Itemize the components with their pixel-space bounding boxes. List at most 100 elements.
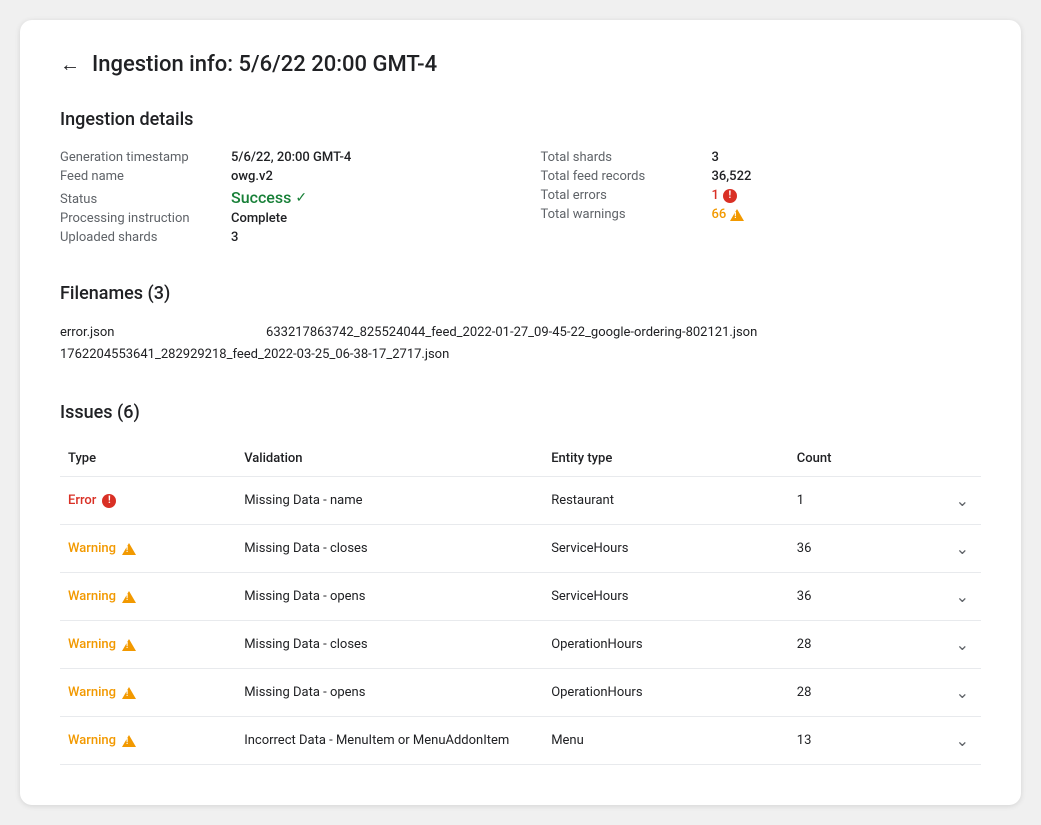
validation-cell: Missing Data - closes: [244, 525, 551, 573]
expand-cell[interactable]: ⌄: [920, 525, 981, 573]
detail-row-feed-records: Total feed records 36,522: [541, 167, 982, 186]
type-warning-label: Warning: [68, 637, 232, 652]
warning-row-icon: [122, 735, 136, 747]
table-row: Warning Missing Data - opensOperationHou…: [60, 669, 981, 717]
ingestion-details-title: Ingestion details: [60, 109, 981, 130]
chevron-down-icon[interactable]: ⌄: [956, 587, 969, 606]
error-count: 1: [712, 188, 719, 203]
error-circle-icon: !: [723, 189, 737, 203]
label-processing: Processing instruction: [60, 211, 215, 226]
warning-row-icon: [122, 591, 136, 603]
chevron-down-icon[interactable]: ⌄: [956, 683, 969, 702]
label-uploaded-shards: Uploaded shards: [60, 230, 215, 245]
type-label: Warning: [68, 637, 116, 652]
col-header-expand: [920, 441, 981, 477]
count-cell: 1: [797, 477, 920, 525]
value-timestamp: 5/6/22, 20:00 GMT-4: [231, 150, 351, 165]
back-button[interactable]: ←: [60, 52, 80, 77]
main-card: ← Ingestion info: 5/6/22 20:00 GMT-4 Ing…: [20, 20, 1021, 805]
detail-row-total-warnings: Total warnings 66: [541, 205, 982, 224]
type-warning-label: Warning: [68, 685, 232, 700]
chevron-down-icon[interactable]: ⌄: [956, 635, 969, 654]
count-cell: 36: [797, 573, 920, 621]
type-label: Warning: [68, 541, 116, 556]
details-grid: Generation timestamp 5/6/22, 20:00 GMT-4…: [60, 148, 981, 247]
label-total-shards: Total shards: [541, 150, 696, 165]
entity-type-cell: ServiceHours: [551, 525, 797, 573]
filenames-title: Filenames (3): [60, 283, 981, 304]
entity-type-cell: ServiceHours: [551, 573, 797, 621]
validation-cell: Missing Data - name: [244, 477, 551, 525]
count-cell: 28: [797, 621, 920, 669]
type-label: Warning: [68, 589, 116, 604]
table-row: Warning Missing Data - closesServiceHour…: [60, 525, 981, 573]
filename-3: 1762204553641_282929218_feed_2022-03-25_…: [60, 347, 449, 362]
entity-type-cell: OperationHours: [551, 621, 797, 669]
label-feed-records: Total feed records: [541, 169, 696, 184]
warning-row-icon: [122, 639, 136, 651]
issues-section: Issues (6) Type Validation Entity type C…: [60, 402, 981, 765]
label-status: Status: [60, 192, 215, 207]
detail-row-timestamp: Generation timestamp 5/6/22, 20:00 GMT-4: [60, 148, 501, 167]
filename-1: error.json: [60, 325, 114, 340]
count-cell: 28: [797, 669, 920, 717]
detail-row-total-shards: Total shards 3: [541, 148, 982, 167]
type-error-label: Error !: [68, 493, 232, 508]
value-processing: Complete: [231, 211, 287, 226]
type-warning-label: Warning: [68, 541, 232, 556]
expand-cell[interactable]: ⌄: [920, 477, 981, 525]
type-warning-label: Warning: [68, 589, 232, 604]
detail-row-total-errors: Total errors 1 !: [541, 186, 982, 205]
page-header: ← Ingestion info: 5/6/22 20:00 GMT-4: [60, 52, 981, 77]
detail-row-status: Status Success ✓: [60, 186, 501, 209]
table-row: Error ! Missing Data - nameRestaurant1⌄: [60, 477, 981, 525]
filenames-list: error.json 633217863742_825524044_feed_2…: [60, 322, 981, 366]
value-uploaded-shards: 3: [231, 230, 238, 245]
issues-title: Issues (6): [60, 402, 981, 423]
issues-table: Type Validation Entity type Count Error …: [60, 441, 981, 765]
warning-row-icon: [122, 687, 136, 699]
col-header-type: Type: [60, 441, 244, 477]
type-warning-label: Warning: [68, 733, 232, 748]
entity-type-cell: OperationHours: [551, 669, 797, 717]
value-total-errors: 1 !: [712, 188, 737, 203]
col-header-entity: Entity type: [551, 441, 797, 477]
validation-cell: Incorrect Data - MenuItem or MenuAddonIt…: [244, 717, 551, 765]
validation-cell: Missing Data - opens: [244, 669, 551, 717]
value-status: Success ✓: [231, 188, 307, 207]
count-cell: 13: [797, 717, 920, 765]
validation-cell: Missing Data - opens: [244, 573, 551, 621]
details-right: Total shards 3 Total feed records 36,522…: [541, 148, 982, 247]
type-label: Error: [68, 493, 96, 508]
table-row: Warning Incorrect Data - MenuItem or Men…: [60, 717, 981, 765]
expand-cell[interactable]: ⌄: [920, 669, 981, 717]
chevron-down-icon[interactable]: ⌄: [956, 731, 969, 750]
details-left: Generation timestamp 5/6/22, 20:00 GMT-4…: [60, 148, 501, 247]
issues-table-header-row: Type Validation Entity type Count: [60, 441, 981, 477]
label-total-errors: Total errors: [541, 188, 696, 203]
type-label: Warning: [68, 733, 116, 748]
type-label: Warning: [68, 685, 116, 700]
table-row: Warning Missing Data - closesOperationHo…: [60, 621, 981, 669]
detail-row-feedname: Feed name owg.v2: [60, 167, 501, 186]
expand-cell[interactable]: ⌄: [920, 573, 981, 621]
label-total-warnings: Total warnings: [541, 207, 696, 222]
checkmark-icon: ✓: [295, 190, 307, 206]
label-feedname: Feed name: [60, 169, 215, 184]
error-row-icon: !: [102, 494, 116, 508]
chevron-down-icon[interactable]: ⌄: [956, 539, 969, 558]
table-row: Warning Missing Data - opensServiceHours…: [60, 573, 981, 621]
expand-cell[interactable]: ⌄: [920, 717, 981, 765]
label-timestamp: Generation timestamp: [60, 150, 215, 165]
col-header-validation: Validation: [244, 441, 551, 477]
entity-type-cell: Menu: [551, 717, 797, 765]
expand-cell[interactable]: ⌄: [920, 621, 981, 669]
value-total-warnings: 66: [712, 207, 745, 222]
value-feedname: owg.v2: [231, 169, 273, 184]
detail-row-processing: Processing instruction Complete: [60, 209, 501, 228]
count-cell: 36: [797, 525, 920, 573]
chevron-down-icon[interactable]: ⌄: [956, 491, 969, 510]
filename-2: 633217863742_825524044_feed_2022-01-27_0…: [266, 325, 757, 340]
ingestion-details-section: Ingestion details Generation timestamp 5…: [60, 109, 981, 247]
warning-count: 66: [712, 207, 727, 222]
